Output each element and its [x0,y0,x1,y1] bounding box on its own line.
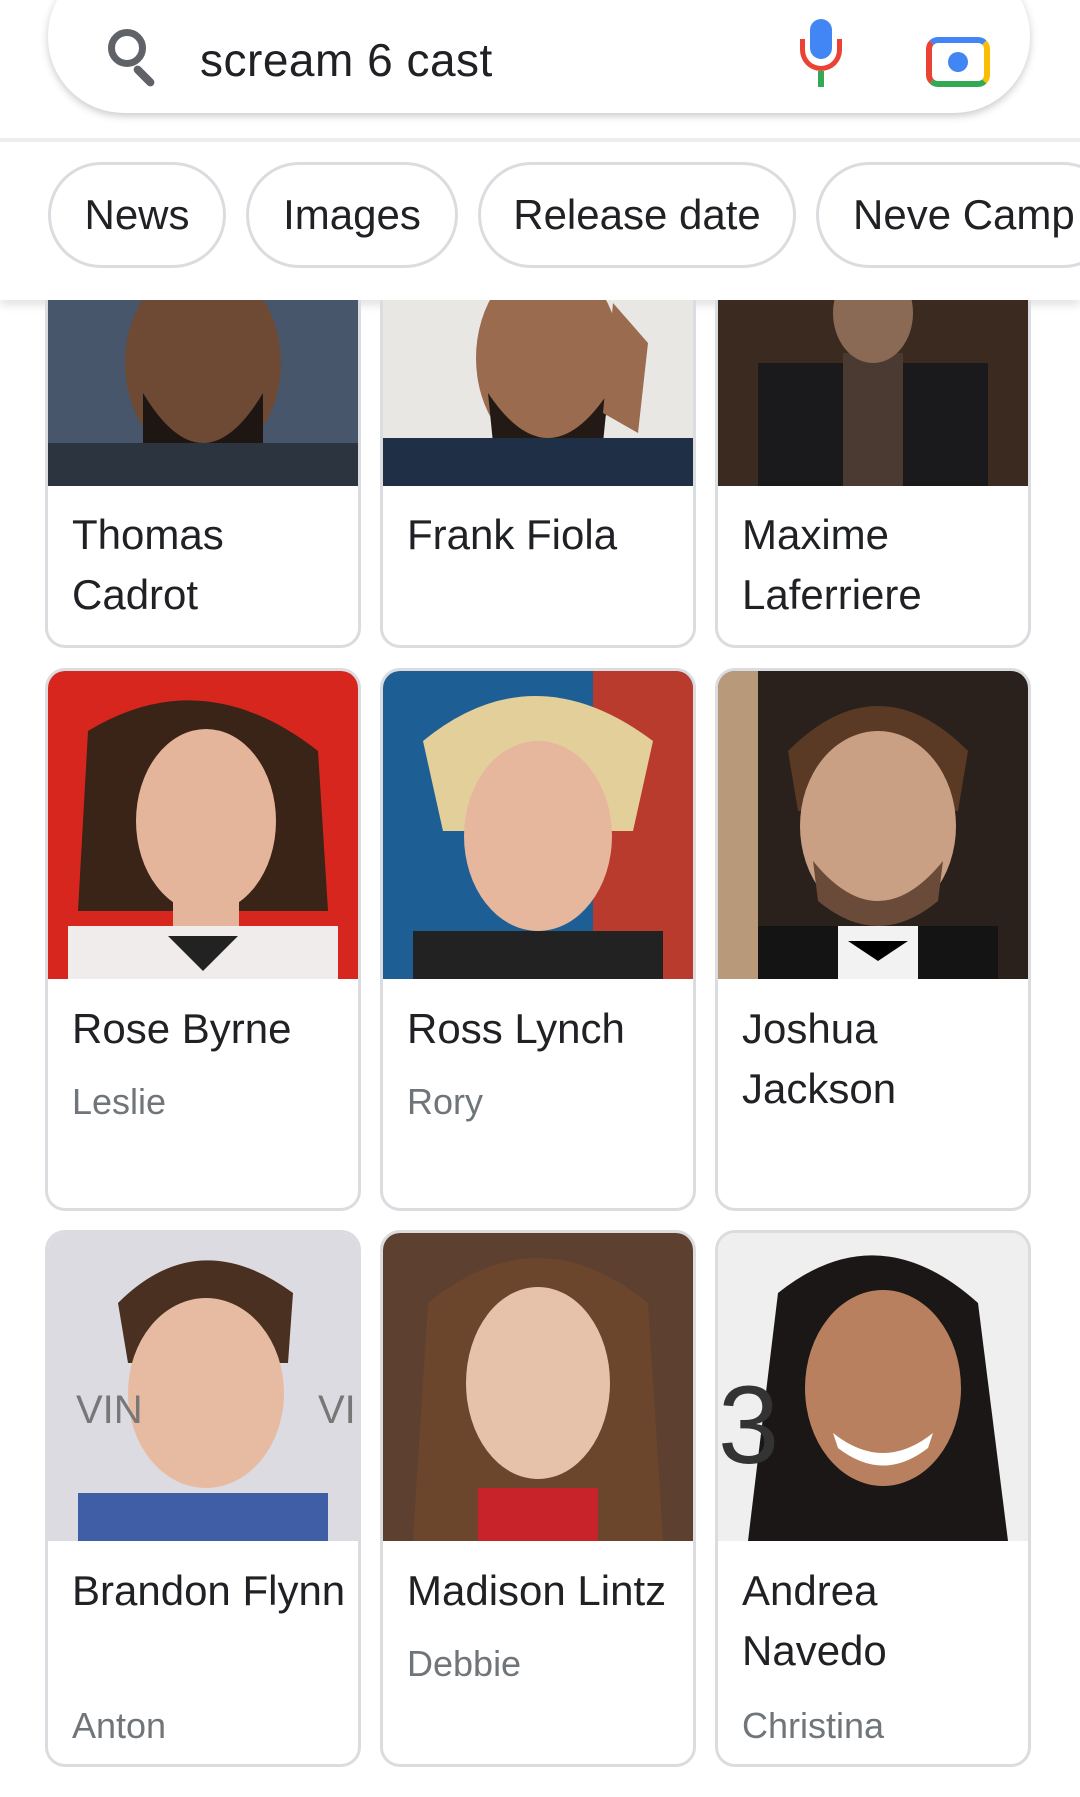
cast-name: Rose Byrne [72,1005,292,1052]
cast-card[interactable]: Rose Byrne Leslie [45,668,361,1211]
cast-card[interactable]: Madison Lintz Debbie [380,1230,696,1767]
cast-photo [48,300,358,486]
search-icon[interactable] [102,25,164,89]
cast-card[interactable]: Joshua Jackson [715,668,1031,1211]
cast-card[interactable]: Ross Lynch Rory [380,668,696,1211]
chip-news[interactable]: News [48,162,226,268]
cast-photo [718,300,1028,486]
cast-photo [383,300,693,486]
cast-name: Maxime Laferriere [742,511,922,618]
cast-photo [383,671,693,979]
cast-photo: 3 [718,1233,1028,1541]
chip-release-date[interactable]: Release date [478,162,796,268]
svg-text:VI: VI [318,1388,356,1432]
cast-name: Ross Lynch [407,1005,625,1052]
cast-role: Leslie [72,1081,167,1122]
chip-images[interactable]: Images [246,162,458,268]
cast-role: Rory [407,1081,484,1122]
google-lens-icon[interactable] [926,33,990,87]
cast-grid: Thomas Cadrot Frank Fiola Maxime Laferri… [0,300,1080,1797]
filter-chips: News Images Release date Neve Camp [0,142,1080,300]
cast-role: Anton [72,1705,167,1746]
svg-text:3: 3 [718,1364,779,1487]
search-input[interactable]: scream 6 cast [200,33,794,87]
cast-card[interactable]: Maxime Laferriere [715,300,1031,648]
cast-photo: VIN VI [48,1233,358,1541]
cast-name: Andrea Navedo [742,1567,887,1674]
cast-role: Debbie [407,1643,522,1684]
search-bar[interactable]: scream 6 cast [48,0,1030,113]
search-header: scream 6 cast [0,0,1080,140]
cast-photo [383,1233,693,1541]
cast-name: Thomas Cadrot [72,511,224,618]
cast-photo [48,671,358,979]
cast-name: Frank Fiola [407,511,618,558]
cast-name: Brandon Flynn [72,1567,346,1614]
cast-name: Joshua Jackson [742,1005,897,1112]
cast-photo [718,671,1028,979]
cast-name: Madison Lintz [407,1567,667,1614]
microphone-icon[interactable] [794,19,846,87]
cast-card[interactable]: Frank Fiola [380,300,696,648]
cast-card[interactable]: Thomas Cadrot [45,300,361,648]
chip-neve-campbell[interactable]: Neve Camp [816,162,1080,268]
cast-role: Christina [742,1705,885,1746]
cast-card[interactable]: 3 Andrea Navedo Christina [715,1230,1031,1767]
cast-card[interactable]: VIN VI Brandon Flynn Anton [45,1230,361,1767]
svg-text:VIN: VIN [76,1388,143,1432]
